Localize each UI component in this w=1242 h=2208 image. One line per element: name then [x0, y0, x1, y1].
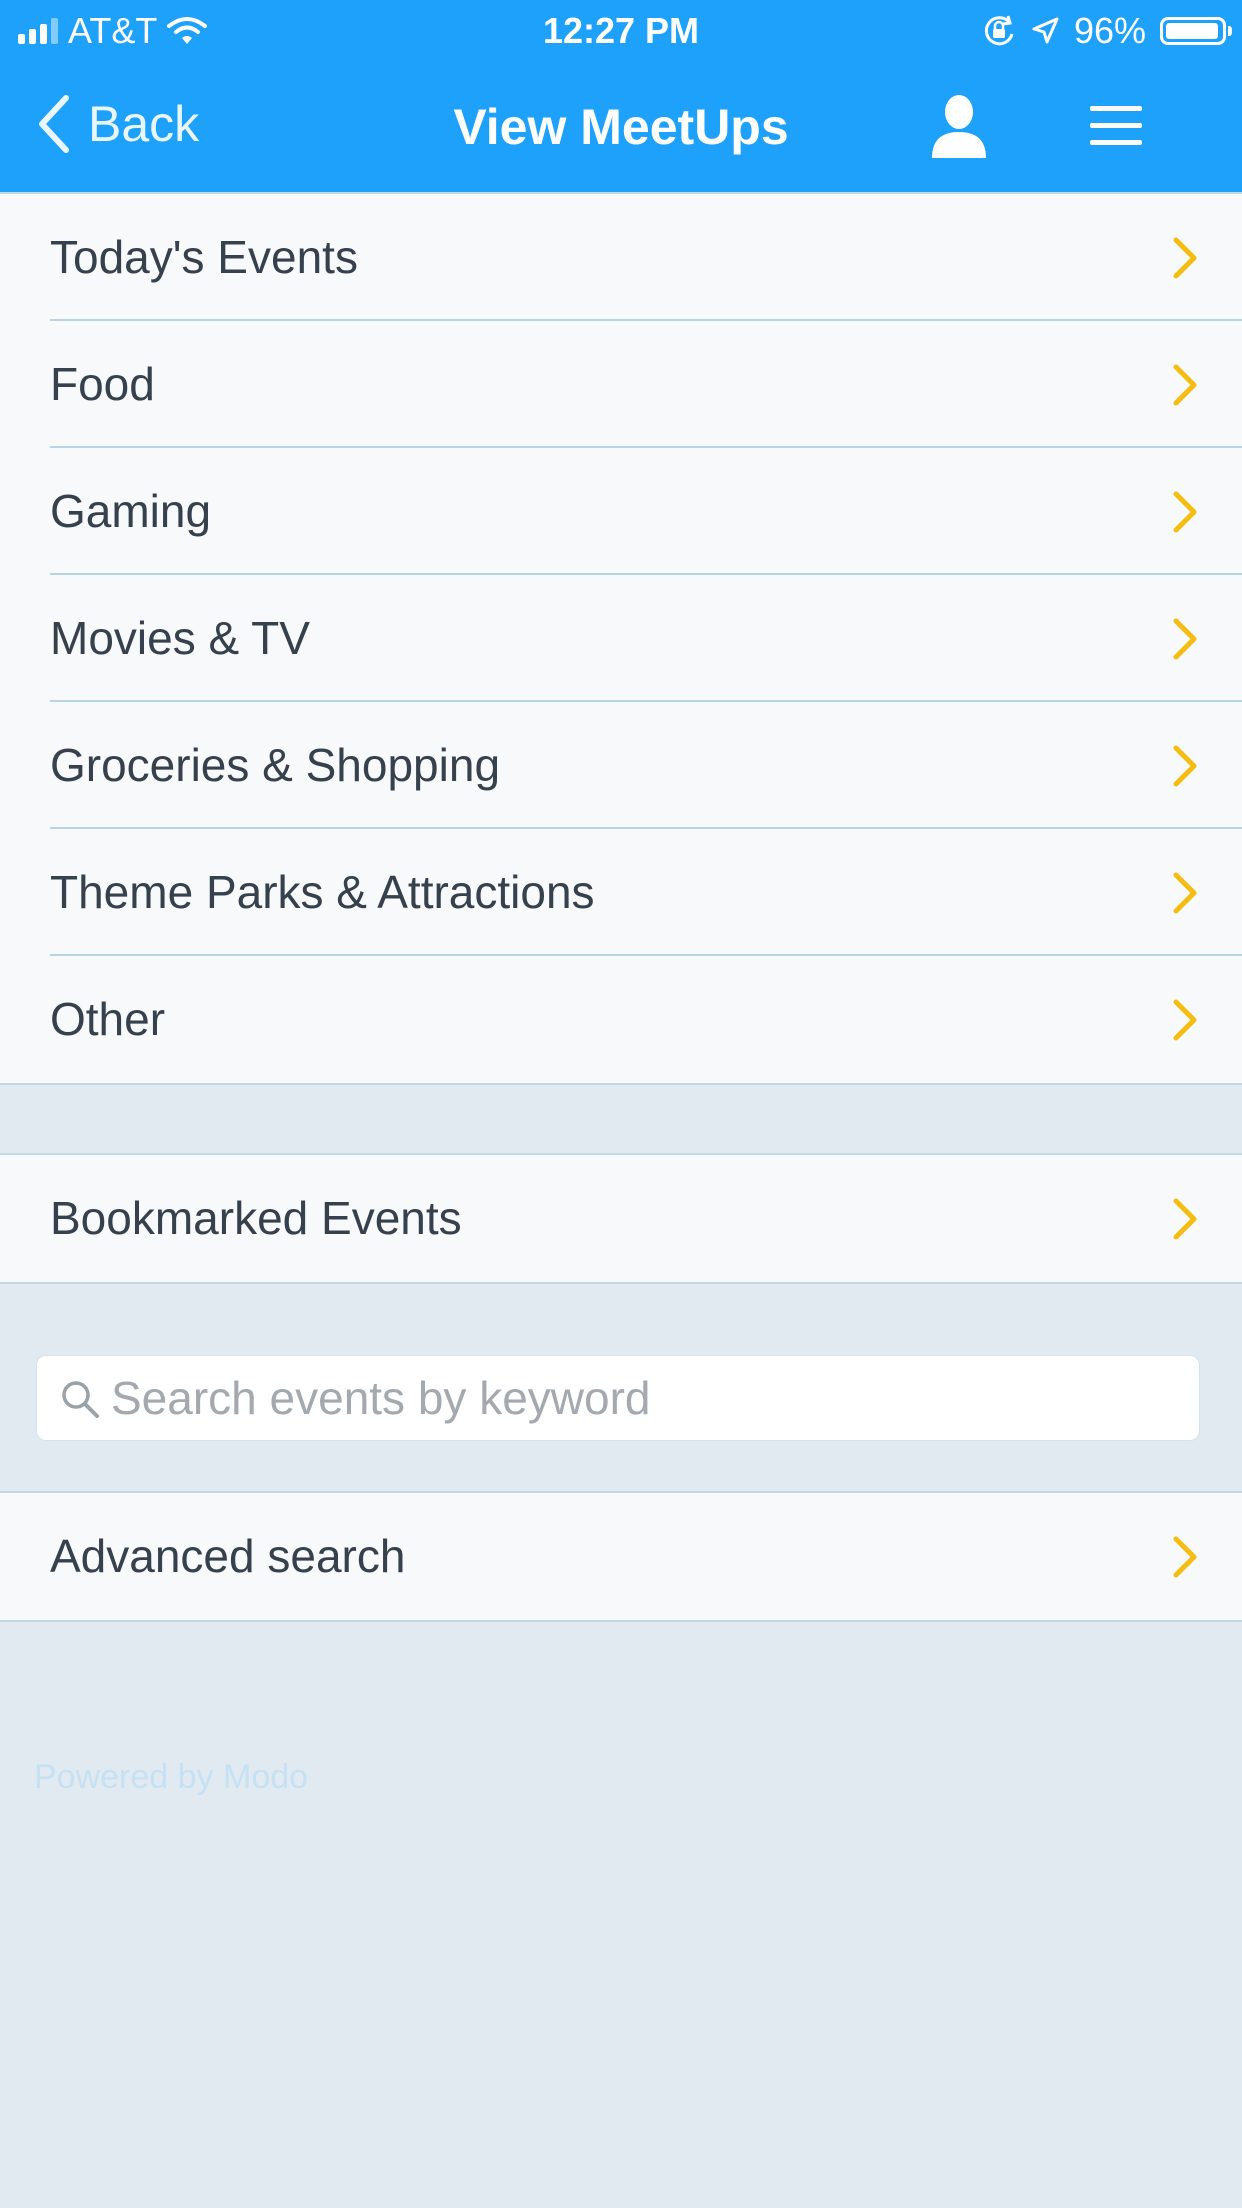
category-label: Gaming	[50, 485, 212, 537]
advanced-search-group: Advanced search	[0, 1491, 1242, 1622]
category-label: Movies & TV	[50, 612, 310, 664]
bookmarked-events-label: Bookmarked Events	[50, 1192, 462, 1244]
status-bar: AT&T 12:27 PM 96%	[0, 0, 1242, 60]
status-right-group: 96%	[982, 10, 1232, 52]
chevron-right-icon	[1173, 237, 1197, 279]
person-icon[interactable]	[928, 92, 990, 160]
chevron-right-icon	[1173, 1536, 1197, 1578]
category-label: Theme Parks & Attractions	[50, 866, 595, 918]
category-row-food[interactable]: Food	[0, 319, 1242, 448]
advanced-search-label: Advanced search	[50, 1530, 406, 1582]
page-title: View MeetUps	[453, 99, 789, 155]
hamburger-menu-icon[interactable]	[1090, 102, 1142, 150]
orientation-lock-icon	[984, 15, 1014, 46]
bookmarked-events-row[interactable]: Bookmarked Events	[0, 1155, 1242, 1282]
chevron-right-icon	[1173, 618, 1197, 660]
chevron-right-icon	[1173, 745, 1197, 787]
category-list: Today's Events Food Gaming Movies & TV G…	[0, 192, 1242, 1085]
nav-bar: Back View MeetUps	[0, 70, 1242, 180]
search-icon	[62, 1381, 99, 1418]
powered-by-link[interactable]: Powered by Modo	[34, 1758, 308, 1797]
category-row-todays-events[interactable]: Today's Events	[0, 194, 1242, 321]
battery-percent: 96%	[1073, 10, 1146, 51]
category-row-theme-parks[interactable]: Theme Parks & Attractions	[0, 827, 1242, 956]
chevron-right-icon	[1173, 1198, 1197, 1240]
category-label: Today's Events	[50, 231, 358, 283]
search-box	[36, 1355, 1200, 1441]
advanced-search-row[interactable]: Advanced search	[0, 1493, 1242, 1620]
location-icon	[1032, 17, 1059, 44]
chevron-right-icon	[1173, 999, 1197, 1041]
bookmarks-group: Bookmarked Events	[0, 1153, 1242, 1284]
chevron-right-icon	[1173, 491, 1197, 533]
category-label: Other	[50, 993, 166, 1045]
chevron-right-icon	[1173, 364, 1197, 406]
category-row-other[interactable]: Other	[0, 954, 1242, 1083]
category-label: Food	[50, 358, 155, 410]
category-label: Groceries & Shopping	[50, 739, 501, 791]
search-input[interactable]	[111, 1356, 1181, 1440]
chevron-right-icon	[1173, 872, 1197, 914]
battery-icon	[1160, 17, 1232, 45]
category-row-gaming[interactable]: Gaming	[0, 446, 1242, 575]
category-row-groceries-shopping[interactable]: Groceries & Shopping	[0, 700, 1242, 829]
category-row-movies-tv[interactable]: Movies & TV	[0, 573, 1242, 702]
app-header: AT&T 12:27 PM 96% Back View MeetUps	[0, 0, 1242, 192]
battery-fill	[1166, 23, 1218, 39]
